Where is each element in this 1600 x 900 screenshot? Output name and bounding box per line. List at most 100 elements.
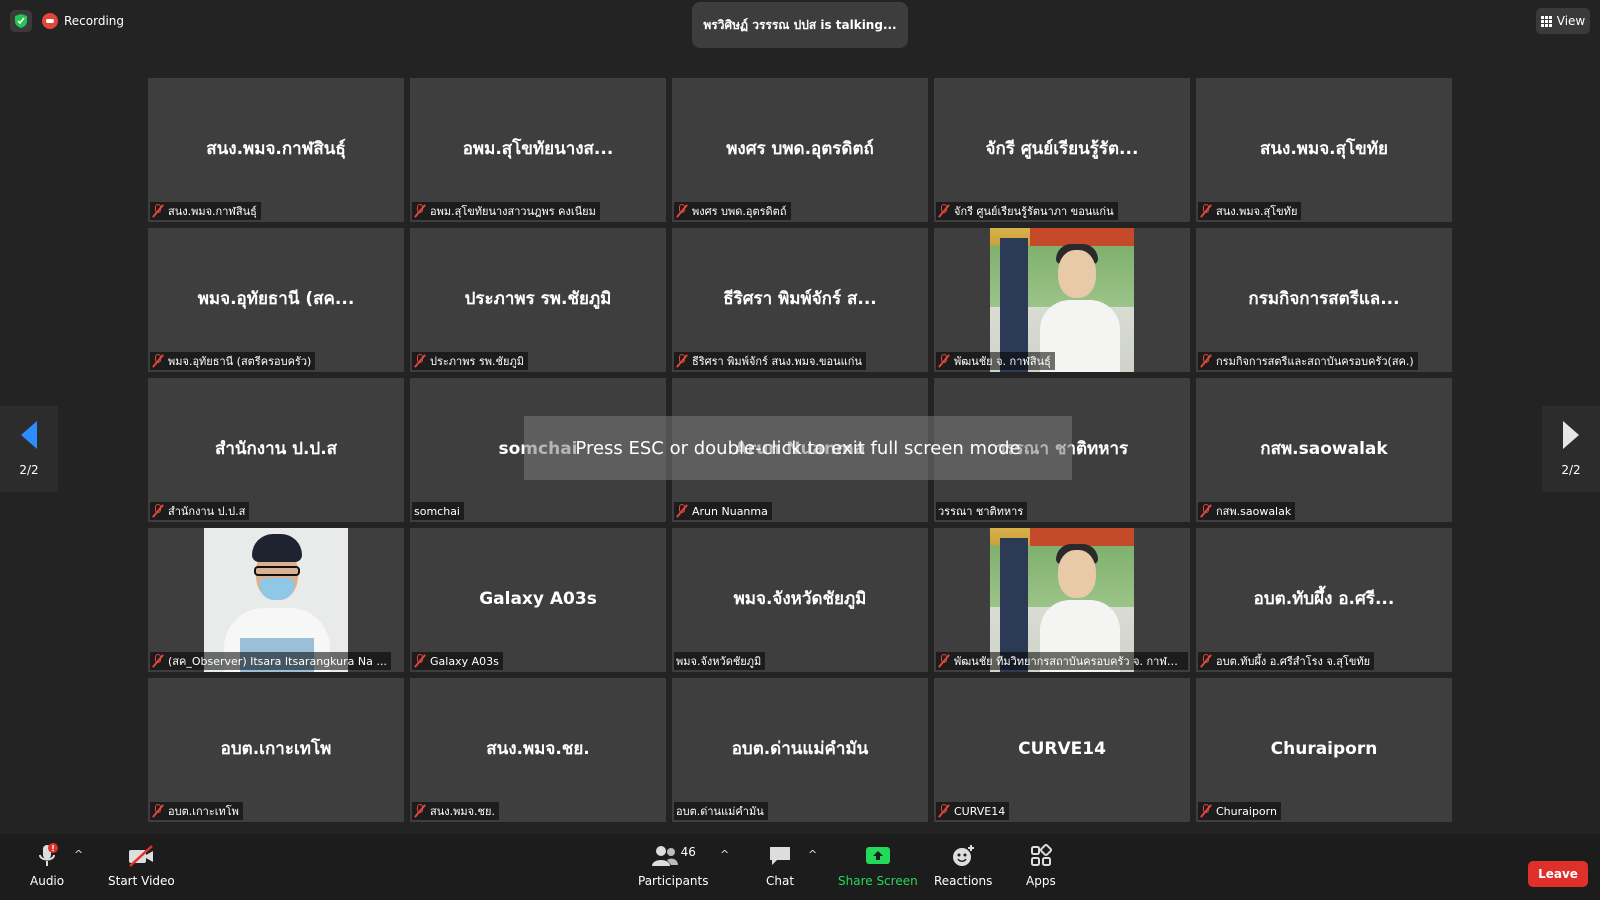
- previous-page-button[interactable]: 2/2: [0, 406, 58, 492]
- participant-tile[interactable]: สำนักงาน ป.ป.ส สำนักงาน ป.ป.ส: [148, 378, 404, 522]
- participant-tile[interactable]: สนง.พมจ.สุโขทัย สนง.พมจ.สุโขทัย: [1196, 78, 1452, 222]
- participant-label-text: (สค_Observer) Itsara Itsarangkura Na ...: [168, 655, 387, 668]
- participant-label-text: สนง.พมจ.สุโขทัย: [1216, 205, 1298, 218]
- participant-display-name: อบต.ทับผึ้ง อ.ศรี...: [1253, 589, 1395, 610]
- participant-tile[interactable]: กสพ.saowalak กสพ.saowalak: [1196, 378, 1452, 522]
- next-page-button[interactable]: 2/2: [1542, 406, 1600, 492]
- participant-label-text: สนง.พมจ.ชย.: [430, 805, 495, 818]
- muted-microphone-icon: [1200, 354, 1212, 368]
- participant-label-text: พมจ.อุทัยธานี (สตรีครอบครัว): [168, 355, 312, 368]
- muted-microphone-icon: [1200, 804, 1212, 818]
- participant-tile[interactable]: พัฒนชัย ทีมวิทยากรสถาบันครอบครัว จ. กาฬส…: [934, 528, 1190, 672]
- participant-display-name: สนง.พมจ.สุโขทัย: [1260, 139, 1388, 160]
- security-shield-icon[interactable]: [10, 10, 32, 32]
- participant-video: [990, 228, 1134, 372]
- participant-display-name: อบต.เกาะเทโพ: [220, 739, 332, 760]
- participants-options-caret[interactable]: ^: [720, 848, 729, 861]
- participant-name-label: สำนักงาน ป.ป.ส: [150, 502, 250, 520]
- chat-button[interactable]: Chat: [766, 842, 794, 888]
- recording-label: Recording: [64, 14, 125, 28]
- participant-name-label: Galaxy A03s: [412, 652, 503, 670]
- participant-name-label: ประภาพร รพ.ชัยภูมิ: [412, 352, 528, 370]
- participant-tile[interactable]: พมจ.จังหวัดชัยภูมิ พมจ.จังหวัดชัยภูมิ: [672, 528, 928, 672]
- participant-label-text: ประภาพร รพ.ชัยภูมิ: [430, 355, 524, 368]
- fullscreen-exit-hint: Press ESC or double-click to exit full s…: [524, 416, 1072, 480]
- page-indicator-right: 2/2: [1561, 463, 1581, 477]
- participant-count: 46: [680, 845, 696, 859]
- muted-microphone-icon: [938, 204, 950, 218]
- participant-tile[interactable]: ประภาพร รพ.ชัยภูมิ ประภาพร รพ.ชัยภูมิ: [410, 228, 666, 372]
- meeting-toolbar: Audio ^ Start Video 46 Participants ^ Ch…: [0, 834, 1600, 900]
- start-video-button[interactable]: Start Video: [108, 842, 175, 888]
- muted-microphone-icon: [676, 204, 688, 218]
- participant-tile[interactable]: อบต.ด่านแม่คำมัน อบต.ด่านแม่คำมัน: [672, 678, 928, 822]
- participant-label-text: Galaxy A03s: [430, 654, 499, 668]
- participant-name-label: อพม.สุโขทัยนางสาวนฎพร คงเนียม: [412, 202, 600, 220]
- participant-label-text: จักรี ศูนย์เรียนรู้รัตนาภา ขอนแก่น: [954, 205, 1114, 218]
- participant-tile[interactable]: Galaxy A03s Galaxy A03s: [410, 528, 666, 672]
- participant-display-name: CURVE14: [1018, 739, 1106, 759]
- participant-name-label: กรมกิจการสตรีและสถาบันครอบครัว(สค.): [1198, 352, 1418, 370]
- participant-tile[interactable]: จักรี ศูนย์เรียนรู้รัต... จักรี ศูนย์เรีย…: [934, 78, 1190, 222]
- participants-icon: 46: [651, 842, 696, 870]
- active-speaker-banner: พรวิศิษฏ์ วรรรณ ปปส is talking...: [692, 2, 908, 48]
- audio-button[interactable]: Audio: [30, 842, 64, 888]
- audio-options-caret[interactable]: ^: [74, 848, 83, 861]
- grid-icon: [1540, 15, 1552, 27]
- participants-label: Participants: [638, 874, 709, 888]
- participant-tile[interactable]: พัฒนชัย จ. กาฬสินธุ์: [934, 228, 1190, 372]
- recording-indicator[interactable]: Recording: [42, 13, 124, 29]
- participant-name-label: CURVE14: [936, 802, 1010, 820]
- participant-tile[interactable]: พงศร บพด.อุตรดิตถ์ พงศร บพด.อุตรดิตถ์: [672, 78, 928, 222]
- participant-name-label: somchai: [412, 502, 464, 520]
- chat-label: Chat: [766, 874, 795, 888]
- page-indicator-left: 2/2: [19, 463, 39, 477]
- participant-display-name: พมจ.อุทัยธานี (สค...: [197, 289, 355, 310]
- participant-name-label: พงศร บพด.อุตรดิตถ์: [674, 202, 791, 220]
- leave-button[interactable]: Leave: [1528, 861, 1588, 887]
- participant-display-name: กรมกิจการสตรีแล...: [1248, 289, 1400, 310]
- muted-microphone-icon: [152, 654, 164, 668]
- participant-tile[interactable]: อบต.ทับผึ้ง อ.ศรี... อบต.ทับผึ้ง อ.ศรีสำโ…: [1196, 528, 1452, 672]
- participant-tile[interactable]: Churaiporn Churaiporn: [1196, 678, 1452, 822]
- chat-options-caret[interactable]: ^: [808, 848, 817, 861]
- participant-tile[interactable]: CURVE14 CURVE14: [934, 678, 1190, 822]
- arrow-left-icon: [21, 421, 37, 449]
- participant-display-name: ประภาพร รพ.ชัยภูมิ: [464, 289, 612, 310]
- muted-microphone-icon: [152, 354, 164, 368]
- share-screen-button[interactable]: Share Screen: [838, 842, 918, 888]
- view-button[interactable]: View: [1536, 8, 1590, 34]
- participant-tile[interactable]: พมจ.อุทัยธานี (สค... พมจ.อุทัยธานี (สตรีค…: [148, 228, 404, 372]
- participant-display-name: Churaiporn: [1270, 739, 1378, 759]
- muted-microphone-icon: [414, 354, 426, 368]
- apps-button[interactable]: Apps: [1026, 842, 1056, 888]
- participant-label-text: พงศร บพด.อุตรดิตถ์: [692, 205, 787, 218]
- participant-name-label: จักรี ศูนย์เรียนรู้รัตนาภา ขอนแก่น: [936, 202, 1118, 220]
- participant-tile[interactable]: สนง.พมจ.กาฬสินธุ์ สนง.พมจ.กาฬสินธุ์: [148, 78, 404, 222]
- apps-label: Apps: [1026, 874, 1056, 888]
- participant-tile[interactable]: ธีริศรา พิมพ์จักร์ ส... ธีริศรา พิมพ์จักร…: [672, 228, 928, 372]
- participants-button[interactable]: 46 Participants: [638, 842, 709, 888]
- muted-microphone-icon: [152, 204, 164, 218]
- participant-name-label: พัฒนชัย จ. กาฬสินธุ์: [936, 352, 1055, 370]
- muted-microphone-icon: [414, 654, 426, 668]
- participant-name-label: พมจ.จังหวัดชัยภูมิ: [674, 652, 766, 670]
- participant-name-label: อบต.เกาะเทโพ: [150, 802, 243, 820]
- reactions-label: Reactions: [934, 874, 993, 888]
- participant-label-text: Arun Nuanma: [692, 504, 768, 518]
- leave-label: Leave: [1538, 867, 1578, 881]
- participant-tile[interactable]: (สค_Observer) Itsara Itsarangkura Na ...: [148, 528, 404, 672]
- reactions-button[interactable]: Reactions: [934, 842, 992, 888]
- arrow-right-icon: [1563, 421, 1579, 449]
- participant-tile[interactable]: สนง.พมจ.ชย. สนง.พมจ.ชย.: [410, 678, 666, 822]
- participant-video: [204, 528, 348, 672]
- participant-label-text: อบต.ทับผึ้ง อ.ศรีสำโรง จ.สุโขทัย: [1216, 655, 1371, 668]
- participant-tile[interactable]: อพม.สุโขทัยนางส... อพม.สุโขทัยนางสาวนฎพร …: [410, 78, 666, 222]
- muted-microphone-icon: [676, 354, 688, 368]
- participant-tile[interactable]: อบต.เกาะเทโพ อบต.เกาะเทโพ: [148, 678, 404, 822]
- muted-microphone-icon: [1200, 504, 1212, 518]
- participant-tile[interactable]: กรมกิจการสตรีแล... กรมกิจการสตรีและสถาบัน…: [1196, 228, 1452, 372]
- participant-label-text: วรรณา ชาติทหาร: [938, 505, 1024, 518]
- participant-name-label: สนง.พมจ.กาฬสินธุ์: [150, 202, 261, 220]
- participant-display-name: พงศร บพด.อุตรดิตถ์: [726, 139, 874, 160]
